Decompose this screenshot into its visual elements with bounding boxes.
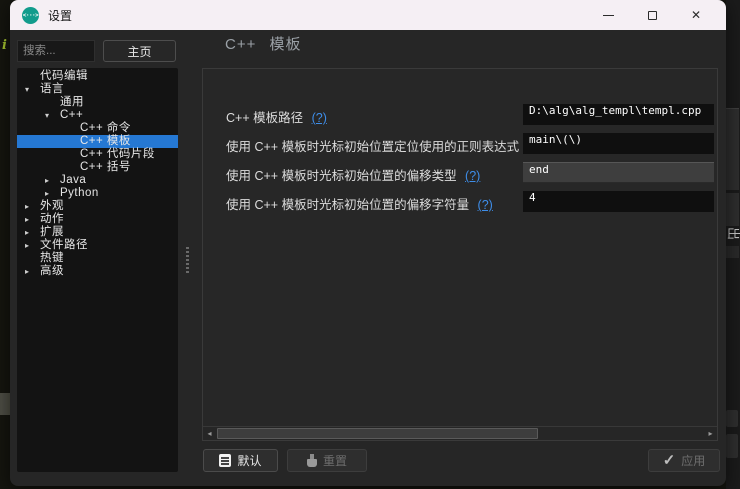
scroll-left-arrow-icon[interactable]: ◂ [203,427,216,440]
chevron-down-icon[interactable]: ▾ [45,109,60,122]
fields-container: C++ 模板路径 (?) D:\alg\alg_templ\templ.cpp 使用… [203,104,717,220]
tree-item-language[interactable]: ▾语言 [17,83,178,96]
home-button[interactable]: 主页 [103,40,176,62]
checkmark-icon: ✓ [663,453,676,468]
chevron-right-icon[interactable]: ▸ [45,174,60,187]
title-bar[interactable]: <···> 设置 ✕ [10,0,726,30]
tree-item-python[interactable]: ▸Python [17,187,178,200]
field-row-offset-type: 使用 C++ 模板时光标初始位置的偏移类型 (?) end [203,162,717,183]
tree-item-actions[interactable]: ▸动作 [17,213,178,226]
tree-item-label: C++ 括号 [80,161,131,174]
window-controls: ✕ [586,0,718,30]
scroll-right-arrow-icon[interactable]: ▸ [704,427,717,440]
tree-item-label: C++ 模板 [80,135,131,148]
settings-tree[interactable]: 代码编辑▾语言通用▾C++C++ 命令C++ 模板C++ 代码片段C++ 括号▸… [17,68,178,472]
tree-item-extensions[interactable]: ▸扩展 [17,226,178,239]
tree-item-code-editor[interactable]: 代码编辑 [17,70,178,83]
default-button[interactable]: 默认 [203,449,278,472]
chevron-right-icon[interactable]: ▸ [45,187,60,200]
background-vertical-text: 出 [725,227,740,240]
input-template-path[interactable]: D:\alg\alg_templ\templ.cpp [523,104,714,125]
minimize-icon [603,15,614,16]
tree-item-label: 扩展 [40,226,64,239]
tree-item-cpp-template[interactable]: C++ 模板 [17,135,178,148]
help-link[interactable]: (?) [465,169,480,183]
field-label: C++ 模板路径 (?) [226,107,327,126]
horizontal-scrollbar[interactable]: ◂ ▸ [203,426,717,440]
default-button-label: 默认 [237,452,261,469]
background-panel-segment [726,434,738,458]
field-row-offset-chars: 使用 C++ 模板时光标初始位置的偏移字符量 (?) 4 [203,191,717,212]
tree-item-label: C++ [60,109,83,122]
app-logo-icon: <···> [22,7,39,24]
page-title: C++ 模板 [225,33,302,54]
maximize-icon [648,11,657,20]
chevron-down-icon[interactable]: ▾ [25,83,40,96]
close-button[interactable]: ✕ [674,0,718,30]
tree-item-cpp-commands[interactable]: C++ 命令 [17,122,178,135]
settings-scroll-area: C++ 模板路径 (?) D:\alg\alg_templ\templ.cpp 使用… [202,68,718,441]
reset-button-label: 重置 [323,452,347,469]
field-row-cursor-regex: 使用 C++ 模板时光标初始位置定位使用的正则表达式 (?)main\(\) [203,133,717,154]
chevron-right-icon[interactable]: ▸ [25,239,40,252]
background-panel-segment [726,108,739,190]
tree-item-label: C++ 命令 [80,122,131,135]
chevron-right-icon[interactable]: ▸ [25,226,40,239]
brush-icon [307,454,317,467]
background-right-panel: 出 [726,0,740,489]
tree-item-label: Python [60,187,99,200]
background-panel-segment [726,193,739,226]
background-panel-segment [726,246,739,258]
background-panel-segment [726,410,738,427]
tree-item-java[interactable]: ▸Java [17,174,178,187]
field-label: 使用 C++ 模板时光标初始位置的偏移类型 (?) [226,165,480,184]
minimize-button[interactable] [586,0,630,30]
input-cursor-regex[interactable]: main\(\) [523,133,714,154]
help-link[interactable]: (?) [478,198,493,212]
tree-item-label: Java [60,174,86,187]
tree-item-label: 外观 [40,200,64,213]
field-label: 使用 C++ 模板时光标初始位置的偏移字符量 (?) [226,194,493,213]
chevron-right-icon[interactable]: ▸ [25,200,40,213]
tree-item-label: 动作 [40,213,64,226]
help-link[interactable]: (?) [312,111,327,125]
reset-button[interactable]: 重置 [287,449,367,472]
screen: i 出 <···> 设置 ✕ 主页 代码编辑▾语言通用▾C++C++ 命令C++… [0,0,740,489]
background-code-text: i [2,38,7,53]
apply-button[interactable]: ✓ 应用 [648,449,720,472]
close-icon: ✕ [691,9,701,21]
tree-item-label: 代码编辑 [40,70,88,83]
tree-item-appearance[interactable]: ▸外观 [17,200,178,213]
window-title: 设置 [48,7,72,24]
tree-item-cpp-snippets[interactable]: C++ 代码片段 [17,148,178,161]
input-offset-chars[interactable]: 4 [523,191,714,212]
splitter-handle[interactable] [186,247,189,273]
combo-offset-type[interactable]: end [523,162,714,183]
tree-item-general[interactable]: 通用 [17,96,178,109]
settings-dialog: <···> 设置 ✕ 主页 代码编辑▾语言通用▾C++C++ 命令C++ 模板C… [10,0,726,486]
tree-item-cpp-brackets[interactable]: C++ 括号 [17,161,178,174]
tree-item-label: 语言 [40,83,64,96]
tree-item-hotkeys[interactable]: 热键 [17,252,178,265]
search-input[interactable] [17,40,95,62]
tree-item-cpp[interactable]: ▾C++ [17,109,178,122]
apply-button-label: 应用 [681,452,705,469]
field-row-template-path: C++ 模板路径 (?) D:\alg\alg_templ\templ.cpp [203,104,717,125]
tree-item-label: 文件路径 [40,239,88,252]
tree-item-label: 热键 [40,252,64,265]
tree-item-advanced[interactable]: ▸高级 [17,265,178,278]
scrollbar-thumb[interactable] [217,428,538,439]
tree-item-file-path[interactable]: ▸文件路径 [17,239,178,252]
tree-item-label: 通用 [60,96,84,109]
field-label: 使用 C++ 模板时光标初始位置定位使用的正则表达式 (?) [226,136,543,155]
document-icon [219,454,231,467]
chevron-right-icon[interactable]: ▸ [25,265,40,278]
chevron-right-icon[interactable]: ▸ [25,213,40,226]
tree-item-label: 高级 [40,265,64,278]
maximize-button[interactable] [630,0,674,30]
tree-item-label: C++ 代码片段 [80,148,155,161]
